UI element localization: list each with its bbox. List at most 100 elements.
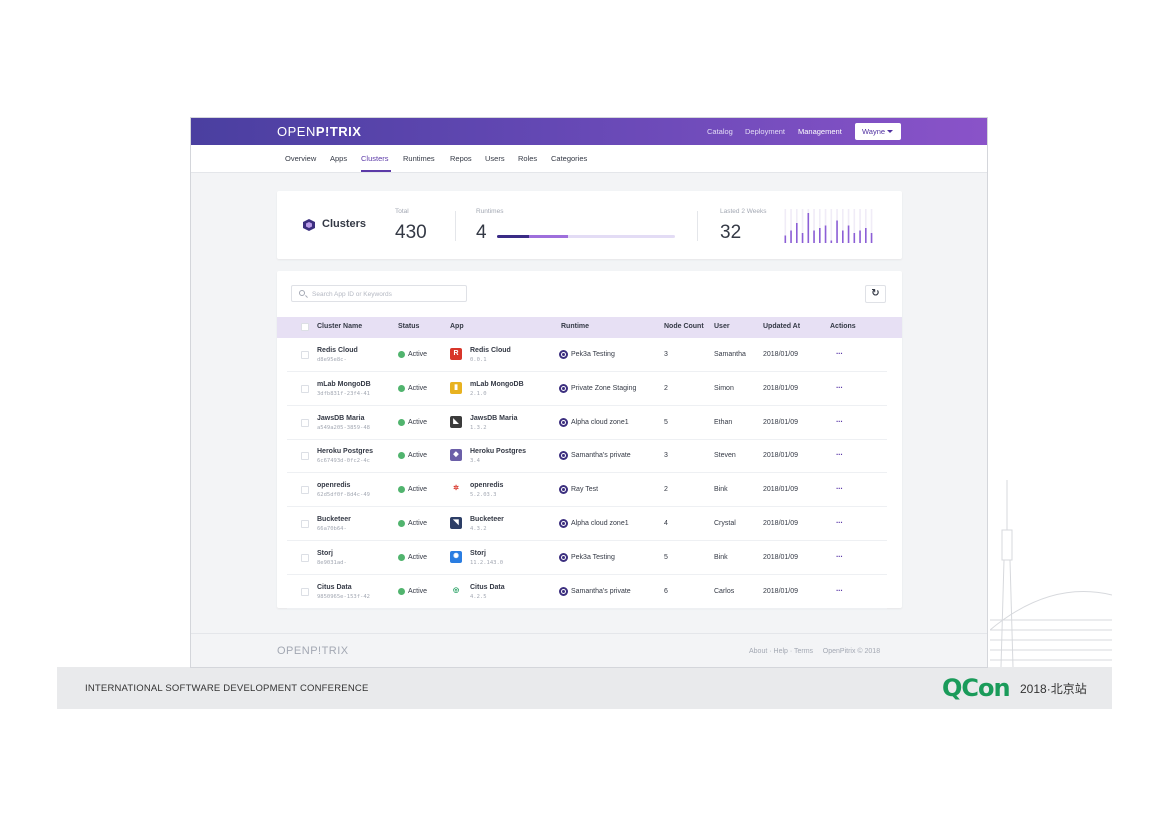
table-row[interactable]: Redis Cloud d8e95e8c- Active R Redis Cloud 0.… [277, 338, 902, 372]
runtime-name[interactable]: Alpha cloud zone1 [571, 419, 629, 426]
col-node-count[interactable]: Node Count [664, 323, 704, 330]
status-active-icon [398, 587, 405, 595]
runtime-icon [559, 552, 568, 562]
col-runtime[interactable]: Runtime [561, 323, 589, 330]
user-name: Steven [714, 452, 736, 460]
nav-management[interactable]: Management [798, 127, 842, 136]
runtime-name[interactable]: Private Zone Staging [571, 385, 636, 392]
cluster-name[interactable]: Bucketeer [317, 516, 351, 523]
col-updated-at[interactable]: Updated At [763, 323, 800, 330]
sparkline-bar [824, 225, 827, 243]
tab-runtimes[interactable]: Runtimes [403, 154, 435, 163]
total-label: Total [395, 208, 409, 215]
tab-repos[interactable]: Repos [450, 154, 472, 163]
sparkline-bar [784, 235, 787, 243]
sparkline-bar [859, 230, 861, 243]
app-name[interactable]: Citus Data [470, 584, 505, 591]
app-name[interactable]: Bucketeer [470, 516, 504, 523]
tab-users[interactable]: Users [485, 154, 505, 163]
sparkline-bar [801, 233, 804, 243]
row-checkbox[interactable] [301, 486, 309, 495]
status-text: Active [408, 384, 428, 392]
app-name[interactable]: Storj [470, 550, 486, 557]
search-box[interactable] [291, 285, 467, 302]
tab-apps[interactable]: Apps [330, 154, 347, 163]
cluster-name[interactable]: JawsDB Maria [317, 415, 364, 422]
col-user[interactable]: User [714, 323, 730, 330]
sparkline-bar [853, 233, 856, 243]
more-actions-icon[interactable]: ··· [836, 518, 843, 527]
sparkline-bar [870, 233, 873, 243]
user-name: Crystal [714, 520, 736, 527]
app-version: 2.1.0 [470, 390, 487, 397]
openpitrix-logo[interactable]: OPENP!TRIX [277, 124, 361, 139]
app-version: 5.2.03.3 [470, 492, 497, 499]
updated-at: 2018/01/09 [763, 553, 799, 561]
cluster-name[interactable]: mLab MongoDB [317, 381, 371, 388]
col-cluster-name[interactable]: Cluster Name [317, 323, 362, 330]
more-actions-icon[interactable]: ··· [836, 450, 843, 459]
footer-links[interactable]: About · Help · Terms OpenPitrix © 2018 [749, 648, 880, 655]
cluster-name[interactable]: Storj [317, 550, 333, 557]
more-actions-icon[interactable]: ··· [836, 484, 843, 493]
app-name[interactable]: Redis Cloud [470, 347, 511, 354]
nav-deployment[interactable]: Deployment [745, 127, 785, 136]
runtimes-value: 4 [476, 222, 487, 243]
cluster-id: 3dfb831f-23f4-41 [317, 390, 370, 397]
more-actions-icon[interactable]: ··· [836, 552, 843, 561]
app-name[interactable]: Heroku Postgres [470, 448, 526, 455]
row-checkbox[interactable] [301, 587, 309, 596]
app-version: 4.2.5 [470, 593, 487, 600]
more-actions-icon[interactable]: ··· [836, 349, 843, 358]
row-checkbox[interactable] [301, 520, 309, 528]
node-count: 3 [664, 452, 668, 460]
caret-down-icon [887, 130, 893, 133]
table-row[interactable]: Storj 8e9031ad- Active ✺ Storj 11.2.143.0 Pek3… [277, 541, 902, 575]
col-app[interactable]: App [450, 323, 464, 330]
nav-catalog[interactable]: Catalog [707, 127, 733, 136]
app-logo-icon: ◎ [450, 584, 462, 597]
runtime-name[interactable]: Samantha's private [571, 452, 631, 459]
table-row[interactable]: mLab MongoDB 3dfb831f-23f4-41 Active ▮ mLab … [277, 372, 902, 406]
runtime-name[interactable]: Samantha's private [571, 588, 631, 595]
runtime-icon [559, 451, 568, 461]
row-checkbox[interactable] [301, 351, 309, 359]
sub-navigation: Overview Apps Clusters Runtimes Repos Us… [191, 145, 987, 173]
more-actions-icon[interactable]: ··· [836, 383, 843, 392]
search-input[interactable] [312, 288, 462, 300]
tab-categories[interactable]: Categories [551, 154, 587, 163]
row-checkbox[interactable] [301, 418, 309, 427]
app-name[interactable]: openredis [470, 482, 503, 489]
app-name[interactable]: JawsDB Maria [470, 415, 517, 422]
table-row[interactable]: Citus Data 9850965e-153f-42 Active ◎ Citus D… [277, 575, 902, 609]
cluster-name[interactable]: Redis Cloud [317, 347, 358, 354]
app-name[interactable]: mLab MongoDB [470, 381, 524, 388]
runtime-name[interactable]: Alpha cloud zone1 [571, 520, 629, 527]
table-row[interactable]: openredis 62d5df0f-8d4c-49 Active ✲ openredi… [277, 473, 902, 508]
tab-overview[interactable]: Overview [285, 154, 316, 163]
runtime-name[interactable]: Ray Test [571, 486, 598, 493]
select-all-checkbox[interactable] [301, 323, 309, 331]
user-menu-button[interactable]: Wayne [855, 123, 901, 140]
cluster-name[interactable]: openredis [317, 482, 350, 489]
refresh-button[interactable]: ↻ [865, 285, 886, 303]
cluster-name[interactable]: Heroku Postgres [317, 448, 373, 455]
tab-clusters[interactable]: Clusters [361, 154, 389, 163]
runtime-name[interactable]: Pek3a Testing [571, 554, 615, 561]
table-row[interactable]: Heroku Postgres 6c67493d-0fc2-4c Active ◆ He… [277, 439, 902, 474]
table-row[interactable]: Bucketeer 66a70b64- Active ◥ Bucketeer 4.3.2 A… [277, 507, 902, 541]
app-version: 11.2.143.0 [470, 559, 504, 566]
row-checkbox[interactable] [301, 384, 309, 393]
app-window: OPENP!TRIX Catalog Deployment Management… [190, 117, 988, 668]
tab-roles[interactable]: Roles [518, 154, 537, 163]
runtime-name[interactable]: Pek3a Testing [571, 351, 615, 358]
table-row[interactable]: JawsDB Maria a549a205-3859-48 Active ◣ JawsD… [277, 406, 902, 440]
sparkline-bar [790, 230, 792, 243]
more-actions-icon[interactable]: ··· [836, 586, 843, 595]
status-text: Active [408, 486, 428, 494]
col-status[interactable]: Status [398, 323, 419, 330]
row-checkbox[interactable] [301, 553, 309, 562]
more-actions-icon[interactable]: ··· [836, 417, 843, 426]
cluster-name[interactable]: Citus Data [317, 584, 352, 591]
row-checkbox[interactable] [301, 452, 309, 461]
